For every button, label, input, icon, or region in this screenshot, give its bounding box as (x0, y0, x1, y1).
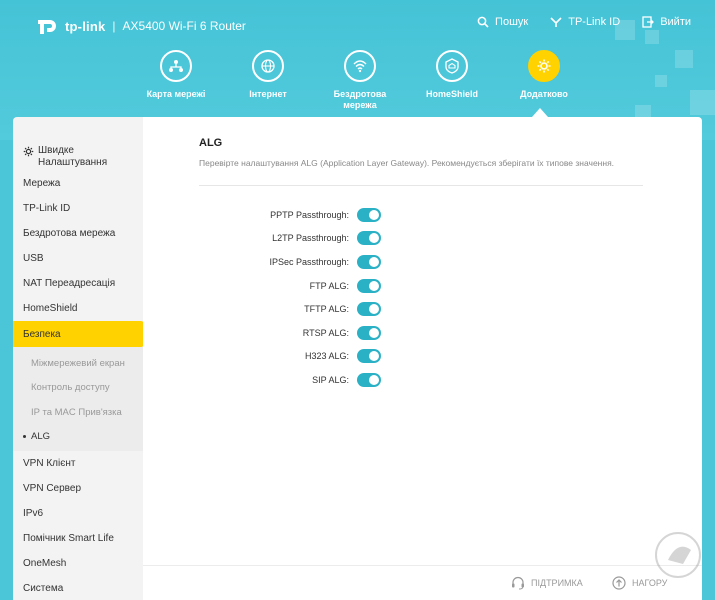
main-panel: ALG Перевірте налаштування ALG (Applicat… (143, 117, 702, 600)
setting-label: RTSP ALG: (302, 327, 349, 338)
nav-network-map[interactable]: Карта мережі (130, 50, 222, 111)
sidebar-item-label: Швидке Налаштування (38, 145, 108, 168)
sidebar-item-vpn-client[interactable]: VPN Клієнт (13, 451, 143, 476)
setting-label: TFTP ALG: (304, 304, 349, 315)
pptp-passthrough-toggle[interactable] (357, 207, 381, 222)
search-label: Пошук (495, 16, 529, 28)
setting-row: L2TP Passthrough: (199, 227, 381, 251)
tplink-id-label: TP-Link ID (568, 16, 621, 28)
logout-button[interactable]: Вийти (642, 16, 691, 28)
setting-label: H323 ALG: (304, 351, 349, 362)
sidebar-item-usb[interactable]: USB (13, 246, 143, 271)
logo: tp-link | AX5400 Wi-Fi 6 Router (35, 14, 246, 38)
sidebar-item-system[interactable]: Система (13, 576, 143, 600)
search-icon (477, 16, 489, 28)
search-button[interactable]: Пошук (477, 16, 528, 28)
page-description: Перевірте налаштування ALG (Application … (199, 158, 615, 168)
divider (199, 185, 643, 186)
home-shield-icon (436, 50, 468, 82)
ftp-alg-toggle[interactable] (357, 278, 381, 293)
logout-label: Вийти (660, 16, 691, 28)
sidebar-item-vpn-server[interactable]: VPN Сервер (13, 476, 143, 501)
setting-row: RTSP ALG: (199, 321, 381, 345)
nav-label: HomeShield (425, 89, 478, 99)
nav-wireless[interactable]: Бездротова мережа (314, 50, 406, 111)
router-model: AX5400 Wi-Fi 6 Router (122, 19, 246, 33)
sidebar-item-wireless[interactable]: Бездротова мережа (13, 221, 143, 246)
sidebar-item-network[interactable]: Мережа (13, 171, 143, 196)
l2tp-passthrough-toggle[interactable] (357, 231, 381, 246)
setting-row: H323 ALG: (199, 345, 381, 369)
setting-label: FTP ALG: (309, 280, 349, 291)
sidebar-item-onemesh[interactable]: OneMesh (13, 551, 143, 576)
rtsp-alg-toggle[interactable] (357, 325, 381, 340)
tp-link-logo-icon (38, 20, 56, 34)
sidebar-subitem-firewall[interactable]: Міжмережевий екран (13, 351, 143, 376)
nav-label: Додатково (520, 89, 568, 99)
network-map-icon (160, 50, 192, 82)
sidebar-item-homeshield[interactable]: HomeShield (13, 296, 143, 321)
arrow-up-circle-icon (612, 576, 626, 590)
setting-row: FTP ALG: (199, 274, 381, 298)
nav-label: Бездротова мережа (333, 89, 387, 110)
setting-label: IPSec Passthrough: (269, 256, 349, 267)
tftp-alg-toggle[interactable] (357, 302, 381, 317)
top-actions: Пошук TP-Link ID Вийти (477, 16, 691, 28)
setting-label: L2TP Passthrough: (272, 233, 349, 244)
gear-icon (528, 50, 560, 82)
wifi-icon (344, 50, 376, 82)
setting-label: PPTP Passthrough: (270, 209, 349, 220)
sip-alg-toggle[interactable] (357, 372, 381, 387)
sidebar-item-security[interactable]: Безпека (13, 321, 143, 347)
sidebar-subgroup-security: Міжмережевий екран Контроль доступу IP т… (13, 347, 143, 451)
globe-icon (252, 50, 284, 82)
watermark-logo (655, 532, 701, 578)
sidebar-item-smart-life[interactable]: Помічник Smart Life (13, 526, 143, 551)
sidebar: Швидке Налаштування Мережа TP-Link ID Бе… (13, 117, 143, 600)
sidebar-item-tplink-id[interactable]: TP-Link ID (13, 196, 143, 221)
footer: ПІДТРИМКА НАГОРУ (143, 565, 702, 600)
sidebar-subitem-access-control[interactable]: Контроль доступу (13, 376, 143, 401)
tplink-id-button[interactable]: TP-Link ID (550, 16, 620, 28)
headset-icon (512, 576, 524, 590)
setting-row: SIP ALG: (199, 368, 381, 392)
gear-icon (23, 146, 34, 157)
ipsec-passthrough-toggle[interactable] (357, 254, 381, 269)
sidebar-item-quick-setup[interactable]: Швидке Налаштування (13, 117, 143, 171)
brand-name: tp-link (65, 18, 106, 34)
logout-icon (642, 16, 655, 28)
setting-row: IPSec Passthrough: (199, 250, 381, 274)
setting-row: TFTP ALG: (199, 297, 381, 321)
alg-settings: PPTP Passthrough: L2TP Passthrough: IPSe… (199, 203, 381, 392)
main-nav: Карта мережі Інтернет Бездротова мережа … (130, 50, 590, 111)
nav-internet[interactable]: Інтернет (222, 50, 314, 111)
sidebar-subitem-ip-mac-binding[interactable]: IP та MAC Прив'язка (13, 400, 143, 425)
nav-label: Інтернет (249, 89, 287, 99)
nav-label: Карта мережі (146, 89, 206, 99)
nav-advanced[interactable]: Додатково (498, 50, 590, 111)
support-button[interactable]: ПІДТРИМКА (511, 576, 583, 590)
sidebar-item-ipv6[interactable]: IPv6 (13, 501, 143, 526)
setting-row: PPTP Passthrough: (199, 203, 381, 227)
setting-label: SIP ALG: (312, 374, 349, 385)
support-label: ПІДТРИМКА (531, 578, 583, 588)
sidebar-item-nat[interactable]: NAT Переадресація (13, 271, 143, 296)
tplink-id-icon (550, 17, 562, 27)
sidebar-subitem-alg[interactable]: ALG (13, 425, 143, 450)
page-title: ALG (199, 137, 223, 149)
nav-homeshield[interactable]: HomeShield (406, 50, 498, 111)
h323-alg-toggle[interactable] (357, 349, 381, 364)
nav-active-pointer (532, 108, 548, 117)
